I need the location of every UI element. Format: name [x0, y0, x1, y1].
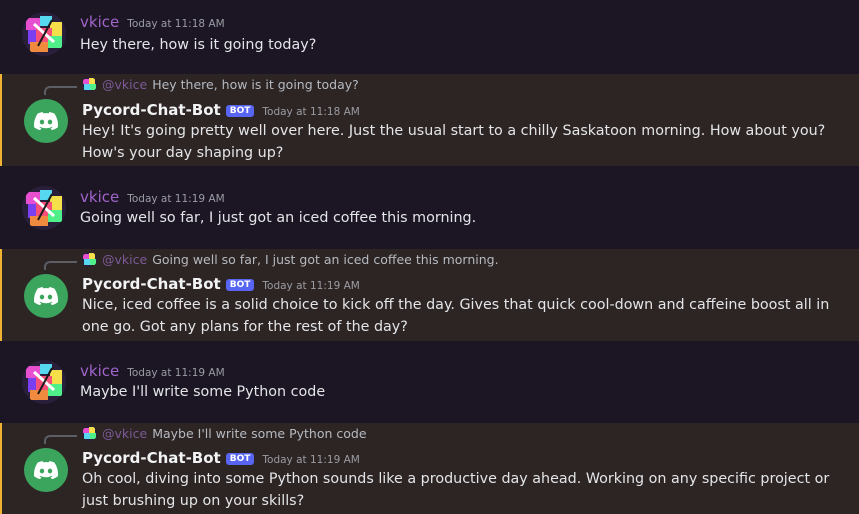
bot-tag: BOT	[225, 279, 255, 291]
reply-avatar	[82, 252, 97, 267]
author-name[interactable]: vkice	[80, 188, 119, 206]
message-bot: @vkice Maybe I'll write some Python code…	[0, 423, 859, 514]
message-bot: @vkice Hey there, how is it going today?…	[0, 74, 859, 166]
reply-avatar	[82, 426, 97, 441]
reply-mention[interactable]: @vkice	[102, 252, 147, 267]
message-text: Nice, iced coffee is a solid choice to k…	[82, 297, 830, 335]
bot-tag: BOT	[225, 105, 255, 117]
timestamp: Today at 11:18 AM	[262, 106, 360, 118]
reply-spine	[44, 86, 77, 95]
message-user: vkice Today at 11:19 AM Maybe I'll write…	[0, 350, 859, 420]
message-bot: @vkice Going well so far, I just got an …	[0, 249, 859, 341]
reply-text: Hey there, how is it going today?	[152, 77, 359, 92]
bot-avatar[interactable]	[24, 448, 68, 492]
message-text: Hey there, how is it going today?	[80, 37, 317, 53]
bot-avatar[interactable]	[24, 99, 68, 143]
reply-preview[interactable]: @vkice Going well so far, I just got an …	[82, 252, 499, 267]
timestamp: Today at 11:18 AM	[127, 18, 225, 30]
timestamp: Today at 11:19 AM	[127, 367, 225, 379]
reply-spine	[44, 435, 77, 444]
timestamp: Today at 11:19 AM	[262, 454, 360, 466]
reply-text: Going well so far, I just got an iced co…	[152, 252, 499, 267]
message-text: Oh cool, diving into some Python sounds …	[82, 471, 830, 509]
author-name[interactable]: Pycord-Chat-Bot	[82, 449, 221, 467]
reply-text: Maybe I'll write some Python code	[152, 426, 367, 441]
reply-preview[interactable]: @vkice Hey there, how is it going today?	[82, 77, 359, 92]
bot-tag: BOT	[225, 453, 255, 465]
message-user: vkice Today at 11:18 AM Hey there, how i…	[0, 0, 859, 72]
bot-avatar[interactable]	[24, 274, 68, 318]
reply-spine	[44, 261, 77, 270]
reply-preview[interactable]: @vkice Maybe I'll write some Python code	[82, 426, 367, 441]
message-text: Hey! It's going pretty well over here. J…	[82, 123, 826, 161]
message-text: Going well so far, I just got an iced co…	[80, 210, 477, 226]
author-name[interactable]: Pycord-Chat-Bot	[82, 275, 221, 293]
discord-logo-icon	[34, 112, 58, 130]
timestamp: Today at 11:19 AM	[127, 193, 225, 205]
discord-logo-icon	[34, 461, 58, 479]
user-avatar[interactable]	[22, 186, 66, 230]
discord-logo-icon	[34, 287, 58, 305]
user-avatar[interactable]	[22, 12, 66, 56]
message-text: Maybe I'll write some Python code	[80, 384, 326, 400]
message-user: vkice Today at 11:19 AM Going well so fa…	[0, 176, 859, 246]
reply-avatar	[82, 77, 97, 92]
author-name[interactable]: vkice	[80, 362, 119, 380]
reply-mention[interactable]: @vkice	[102, 426, 147, 441]
reply-mention[interactable]: @vkice	[102, 77, 147, 92]
timestamp: Today at 11:19 AM	[262, 280, 360, 292]
author-name[interactable]: vkice	[80, 13, 119, 31]
user-avatar[interactable]	[22, 360, 66, 404]
author-name[interactable]: Pycord-Chat-Bot	[82, 101, 221, 119]
